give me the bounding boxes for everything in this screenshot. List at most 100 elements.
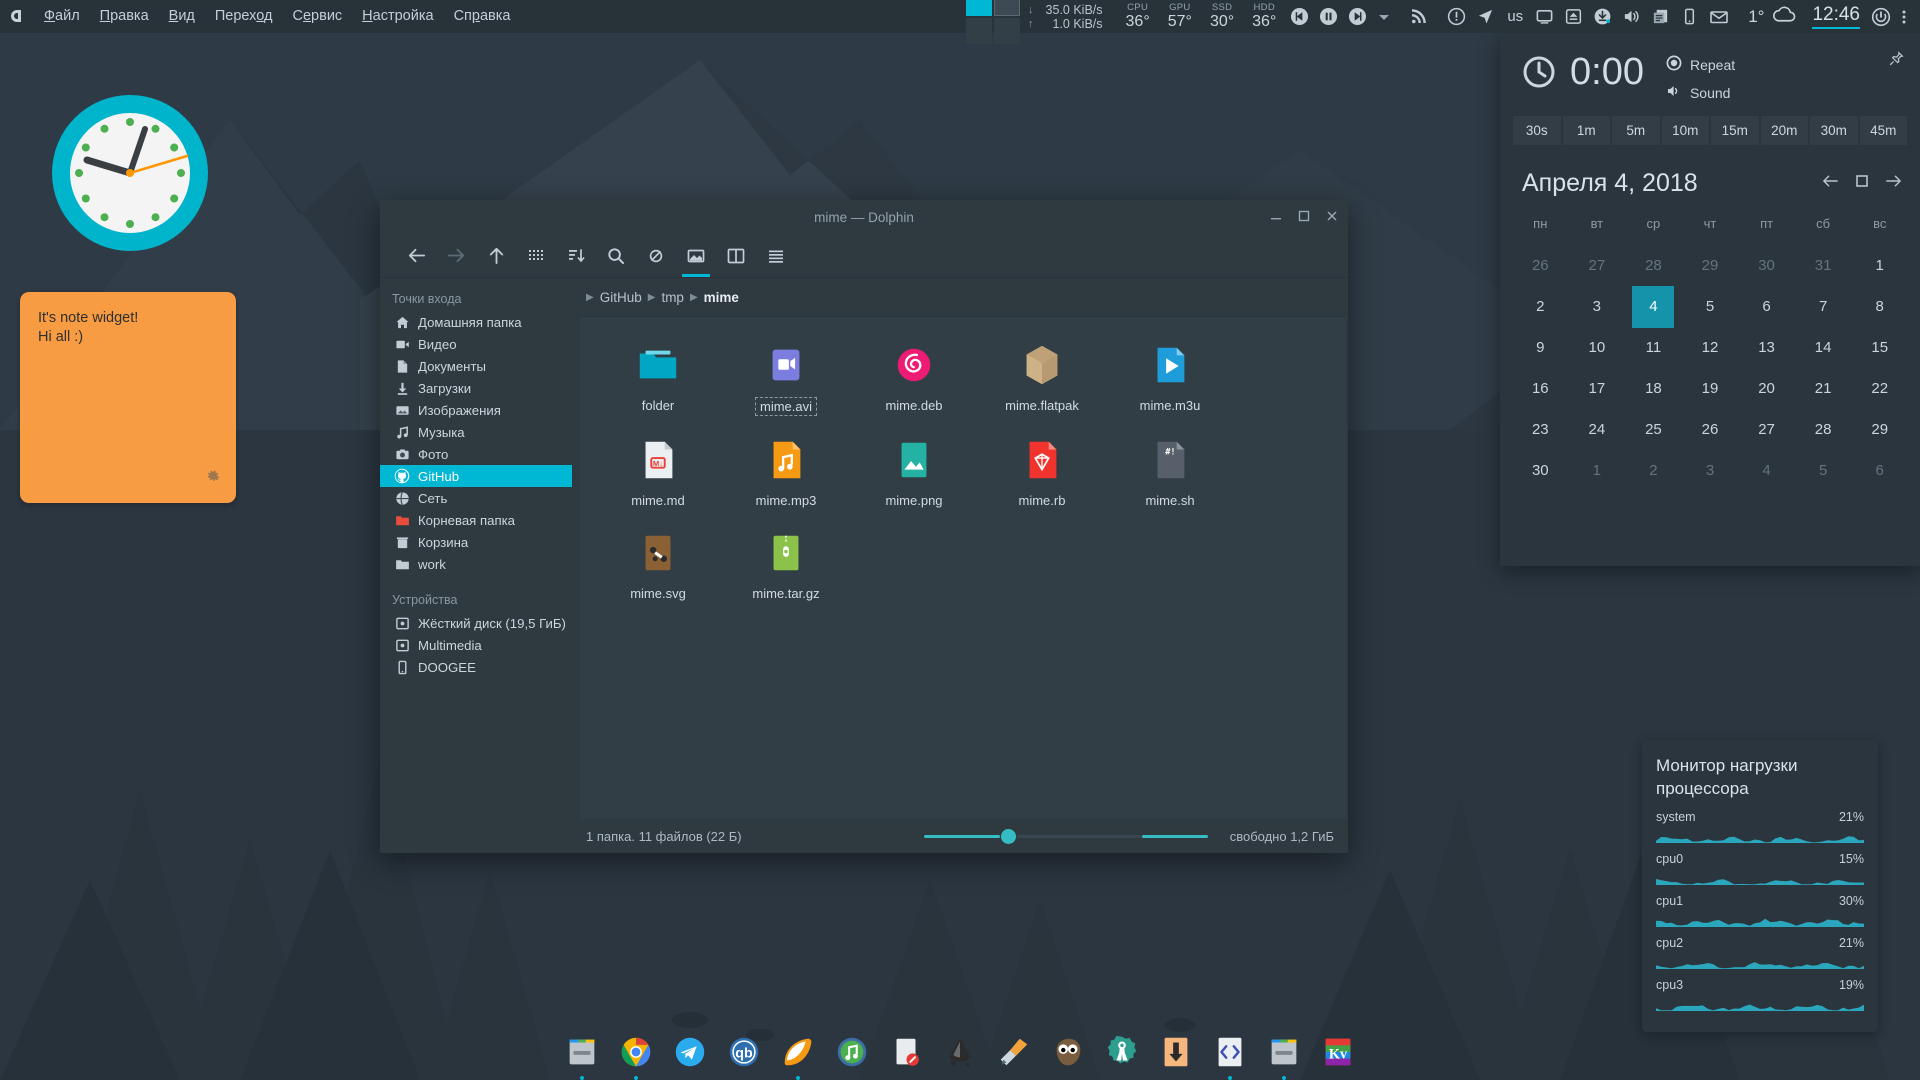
calendar-day[interactable]: 13 — [1738, 327, 1795, 368]
maximize-button[interactable] — [1298, 210, 1310, 224]
menu-edit[interactable]: Правка — [90, 0, 159, 33]
dock-item-chrome[interactable] — [614, 1028, 658, 1080]
calendar-day[interactable]: 3 — [1682, 450, 1739, 491]
file-item-png[interactable]: mime.png — [850, 430, 978, 519]
dock-item-inkscape[interactable] — [938, 1028, 982, 1080]
sidebar-item-trash[interactable]: Корзина — [380, 531, 572, 553]
calendar-day[interactable]: 6 — [1851, 450, 1908, 491]
calendar-day[interactable]: 23 — [1512, 409, 1569, 450]
sidebar-item-harddisk[interactable]: Жёсткий диск (19,5 ГиБ) — [380, 612, 572, 634]
back-button[interactable] — [396, 235, 436, 277]
calendar-day[interactable]: 29 — [1851, 409, 1908, 450]
timer-preset-45m[interactable]: 45m — [1860, 116, 1908, 145]
dock-item-downloader[interactable] — [1154, 1028, 1198, 1080]
timer-preset-15m[interactable]: 15m — [1711, 116, 1759, 145]
keyboard-layout[interactable]: us — [1507, 8, 1523, 25]
grid-icon[interactable] — [516, 235, 556, 277]
calendar-day[interactable]: 28 — [1795, 409, 1852, 450]
a-logo-icon[interactable] — [0, 7, 34, 27]
zoom-handle[interactable] — [1001, 829, 1016, 844]
calendar-day[interactable]: 29 — [1682, 245, 1739, 286]
preview-icon[interactable] — [676, 235, 716, 277]
calendar-day[interactable]: 11 — [1625, 327, 1682, 368]
menu-view[interactable]: Вид — [159, 0, 205, 33]
calendar-prev-button[interactable] — [1822, 173, 1839, 194]
sidebar-item-photos[interactable]: Фото — [380, 443, 572, 465]
calendar-day[interactable]: 27 — [1738, 409, 1795, 450]
pause-icon[interactable] — [1319, 7, 1338, 26]
calendar-day[interactable]: 9 — [1512, 327, 1569, 368]
timer-sound-toggle[interactable]: Sound — [1666, 83, 1735, 102]
calendar-day-today[interactable]: 4 — [1625, 286, 1682, 327]
eye-slash-icon[interactable] — [636, 235, 676, 277]
calendar-day[interactable]: 14 — [1795, 327, 1852, 368]
power-icon[interactable] — [1871, 7, 1891, 27]
dock-item-krita[interactable] — [992, 1028, 1036, 1080]
close-button[interactable] — [1326, 210, 1338, 224]
panel-clock[interactable]: 12:46 — [1812, 4, 1860, 29]
breadcrumb-item-mime[interactable]: mime — [704, 290, 739, 305]
sidebar-item-doogee[interactable]: DOOGEE — [380, 656, 572, 678]
sort-icon[interactable] — [556, 235, 596, 277]
timer-preset-10m[interactable]: 10m — [1662, 116, 1710, 145]
calendar-day[interactable]: 5 — [1795, 450, 1852, 491]
calendar-day[interactable]: 22 — [1851, 368, 1908, 409]
up-button[interactable] — [476, 235, 516, 277]
dock-item-kdenlive[interactable]: Kv — [1316, 1028, 1360, 1080]
phone-icon[interactable] — [1680, 7, 1699, 26]
menu-help[interactable]: Справка — [444, 0, 521, 33]
pin-icon[interactable] — [1889, 51, 1904, 71]
search-icon[interactable] — [596, 235, 636, 277]
calendar-day[interactable]: 1 — [1851, 245, 1908, 286]
calendar-day[interactable]: 4 — [1738, 450, 1795, 491]
calendar-next-button[interactable] — [1885, 173, 1902, 194]
dock-item-settings[interactable] — [1100, 1028, 1144, 1080]
menu-file[interactable]: Файл — [34, 0, 90, 33]
timer-preset-5m[interactable]: 5m — [1612, 116, 1660, 145]
calendar-day[interactable]: 26 — [1512, 245, 1569, 286]
volume-icon[interactable] — [1622, 7, 1641, 26]
eject-icon[interactable] — [1564, 7, 1583, 26]
calendar-day[interactable]: 15 — [1851, 327, 1908, 368]
breadcrumb-item-github[interactable]: GitHub — [600, 290, 642, 305]
timer-preset-30s[interactable]: 30s — [1513, 116, 1561, 145]
zoom-slider[interactable] — [924, 829, 1208, 844]
dock-item-telegram[interactable] — [668, 1028, 712, 1080]
sidebar-item-github[interactable]: GitHub — [380, 465, 572, 487]
menu-tools[interactable]: Сервис — [282, 0, 352, 33]
display-icon[interactable] — [1535, 7, 1554, 26]
sidebar-item-pictures[interactable]: Изображения — [380, 399, 572, 421]
dock-item-text-editor[interactable] — [884, 1028, 928, 1080]
weather-widget[interactable]: 1° — [1748, 4, 1798, 29]
calendar-day[interactable]: 24 — [1569, 409, 1626, 450]
sidebar-item-work[interactable]: work — [380, 553, 572, 575]
dock-item-file-manager-2[interactable] — [1262, 1028, 1306, 1080]
next-track-icon[interactable] — [1348, 7, 1367, 26]
calendar-day[interactable]: 30 — [1738, 245, 1795, 286]
calendar-today-button[interactable] — [1855, 174, 1869, 193]
calendar-day[interactable]: 21 — [1795, 368, 1852, 409]
calendar-day[interactable]: 6 — [1738, 286, 1795, 327]
file-item-rb[interactable]: mime.rb — [978, 430, 1106, 519]
calendar-day[interactable]: 18 — [1625, 368, 1682, 409]
calendar-day[interactable]: 19 — [1682, 368, 1739, 409]
file-item-targz[interactable]: mime.tar.gz — [722, 523, 850, 612]
download-icon[interactable] — [1593, 7, 1612, 26]
mail-icon[interactable] — [1709, 7, 1729, 27]
gear-icon[interactable] — [205, 468, 220, 489]
file-item-avi[interactable]: mime.avi — [722, 335, 850, 426]
calendar-day[interactable]: 26 — [1682, 409, 1739, 450]
dolphin-titlebar[interactable]: mime — Dolphin — [380, 200, 1348, 234]
alert-icon[interactable] — [1447, 7, 1466, 26]
dock-item-qbittorrent[interactable]: qb — [722, 1028, 766, 1080]
network-graph-icon[interactable] — [966, 0, 1020, 44]
sidebar-item-downloads[interactable]: Загрузки — [380, 377, 572, 399]
calendar-day[interactable]: 7 — [1795, 286, 1852, 327]
sidebar-item-documents[interactable]: Документы — [380, 355, 572, 377]
menu-go[interactable]: Переход — [205, 0, 283, 33]
location-icon[interactable] — [1476, 7, 1495, 26]
rss-icon[interactable] — [1408, 7, 1428, 27]
calendar-day[interactable]: 3 — [1569, 286, 1626, 327]
calendar-day[interactable]: 12 — [1682, 327, 1739, 368]
file-item-m3u[interactable]: mime.m3u — [1106, 335, 1234, 426]
